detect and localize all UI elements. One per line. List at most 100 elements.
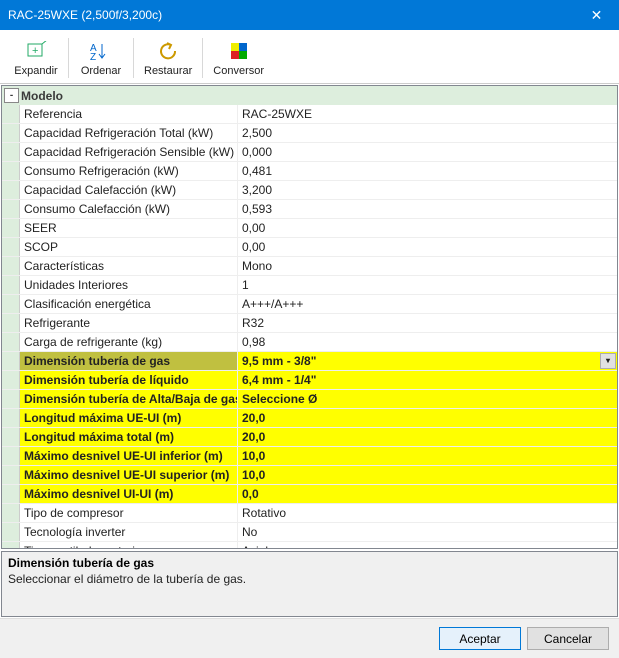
property-value-text: 0,98	[242, 335, 265, 349]
converter-label: Conversor	[213, 65, 264, 77]
row-gutter	[2, 295, 20, 313]
property-value[interactable]: Mono	[238, 257, 617, 275]
row-gutter	[2, 523, 20, 541]
restore-label: Restaurar	[144, 65, 192, 77]
property-value[interactable]: 6,4 mm - 1/4"	[238, 371, 617, 389]
row-gutter	[2, 238, 20, 256]
property-value[interactable]: Rotativo	[238, 504, 617, 522]
property-row[interactable]: CaracterísticasMono	[2, 257, 617, 276]
property-row[interactable]: Máximo desnivel UI-UI (m)0,0	[2, 485, 617, 504]
property-row[interactable]: Carga de refrigerante (kg)0,98	[2, 333, 617, 352]
property-value[interactable]: 9,5 mm - 3/8"▾	[238, 352, 617, 370]
property-value-text: 6,4 mm - 1/4"	[242, 373, 316, 387]
property-value[interactable]: 0,98	[238, 333, 617, 351]
property-row[interactable]: Dimensión tubería de gas9,5 mm - 3/8"▾	[2, 352, 617, 371]
property-value[interactable]: Axial	[238, 542, 617, 548]
converter-button[interactable]: Conversor	[205, 33, 272, 83]
property-grid-scroll[interactable]: - Modelo ReferenciaRAC-25WXECapacidad Re…	[2, 86, 617, 548]
property-value[interactable]: No	[238, 523, 617, 541]
toolbar-separator	[68, 38, 69, 78]
property-row[interactable]: Unidades Interiores1	[2, 276, 617, 295]
category-row[interactable]: - Modelo	[2, 86, 617, 105]
converter-icon	[228, 39, 250, 63]
row-gutter	[2, 447, 20, 465]
property-row[interactable]: RefrigeranteR32	[2, 314, 617, 333]
property-value-text: 3,200	[242, 183, 272, 197]
property-row[interactable]: Capacidad Refrigeración Total (kW)2,500	[2, 124, 617, 143]
property-label: SEER	[20, 219, 238, 237]
restore-icon	[157, 39, 179, 63]
property-row[interactable]: ReferenciaRAC-25WXE	[2, 105, 617, 124]
property-value[interactable]: 0,481	[238, 162, 617, 180]
expand-button[interactable]: + Expandir	[6, 33, 66, 83]
toolbar-separator	[202, 38, 203, 78]
property-label: Capacidad Calefacción (kW)	[20, 181, 238, 199]
ok-button[interactable]: Aceptar	[439, 627, 521, 650]
property-row[interactable]: SEER0,00	[2, 219, 617, 238]
property-row[interactable]: Máximo desnivel UE-UI inferior (m)10,0	[2, 447, 617, 466]
row-gutter	[2, 542, 20, 548]
expand-icon: +	[25, 39, 47, 63]
property-value-text: 0,481	[242, 164, 272, 178]
property-value[interactable]: 0,00	[238, 238, 617, 256]
restore-button[interactable]: Restaurar	[136, 33, 200, 83]
property-value-text: 10,0	[242, 449, 265, 463]
cancel-button[interactable]: Cancelar	[527, 627, 609, 650]
property-value[interactable]: 20,0	[238, 428, 617, 446]
property-row[interactable]: Tipo de compresorRotativo	[2, 504, 617, 523]
property-row[interactable]: Capacidad Refrigeración Sensible (kW)0,0…	[2, 143, 617, 162]
row-gutter	[2, 352, 20, 370]
property-label: Longitud máxima total (m)	[20, 428, 238, 446]
property-value[interactable]: Seleccione Ø	[238, 390, 617, 408]
property-row[interactable]: Longitud máxima UE-UI (m)20,0	[2, 409, 617, 428]
property-label: Características	[20, 257, 238, 275]
property-label: Refrigerante	[20, 314, 238, 332]
property-label: Consumo Refrigeración (kW)	[20, 162, 238, 180]
property-row[interactable]: Clasificación energéticaA+++/A+++	[2, 295, 617, 314]
property-row[interactable]: Tecnología inverterNo	[2, 523, 617, 542]
property-row[interactable]: Dimensión tubería de Alta/Baja de gasSel…	[2, 390, 617, 409]
property-value[interactable]: 1	[238, 276, 617, 294]
sort-label: Ordenar	[81, 65, 121, 77]
property-value[interactable]: 10,0	[238, 466, 617, 484]
property-row[interactable]: Capacidad Calefacción (kW) 3,200	[2, 181, 617, 200]
category-toggle[interactable]: -	[4, 88, 19, 103]
property-label: Dimensión tubería de gas	[20, 352, 238, 370]
property-value[interactable]: 20,0	[238, 409, 617, 427]
property-label: Tecnología inverter	[20, 523, 238, 541]
property-row[interactable]: SCOP0,00	[2, 238, 617, 257]
close-button[interactable]: ✕	[574, 0, 619, 30]
row-gutter	[2, 371, 20, 389]
property-value[interactable]: 0,000	[238, 143, 617, 161]
property-label: Máximo desnivel UI-UI (m)	[20, 485, 238, 503]
property-value[interactable]: 10,0	[238, 447, 617, 465]
property-row[interactable]: Longitud máxima total (m)20,0	[2, 428, 617, 447]
property-value[interactable]: RAC-25WXE	[238, 105, 617, 123]
button-bar: Aceptar Cancelar	[0, 618, 619, 658]
property-value-text: 0,593	[242, 202, 272, 216]
property-value[interactable]: 2,500	[238, 124, 617, 142]
property-row[interactable]: Consumo Refrigeración (kW) 0,481	[2, 162, 617, 181]
property-value[interactable]: 3,200	[238, 181, 617, 199]
row-gutter	[2, 390, 20, 408]
property-row[interactable]: Dimensión tubería de líquido6,4 mm - 1/4…	[2, 371, 617, 390]
property-value[interactable]: 0,593	[238, 200, 617, 218]
sort-icon: AZ	[90, 39, 112, 63]
property-label: Tipo ventilador exterior	[20, 542, 238, 548]
property-value[interactable]: A+++/A+++	[238, 295, 617, 313]
property-row[interactable]: Consumo Calefacción (kW)0,593	[2, 200, 617, 219]
property-row[interactable]: Máximo desnivel UE-UI superior (m)10,0	[2, 466, 617, 485]
sort-button[interactable]: AZ Ordenar	[71, 33, 131, 83]
property-label: Unidades Interiores	[20, 276, 238, 294]
dropdown-button[interactable]: ▾	[600, 353, 616, 369]
property-label: Capacidad Refrigeración Total (kW)	[20, 124, 238, 142]
row-gutter	[2, 219, 20, 237]
property-value[interactable]: R32	[238, 314, 617, 332]
property-label: Referencia	[20, 105, 238, 123]
property-row[interactable]: Tipo ventilador exteriorAxial	[2, 542, 617, 548]
property-value[interactable]: 0,00	[238, 219, 617, 237]
property-value[interactable]: 0,0	[238, 485, 617, 503]
row-gutter	[2, 124, 20, 142]
property-label: Clasificación energética	[20, 295, 238, 313]
svg-text:Z: Z	[90, 52, 96, 61]
